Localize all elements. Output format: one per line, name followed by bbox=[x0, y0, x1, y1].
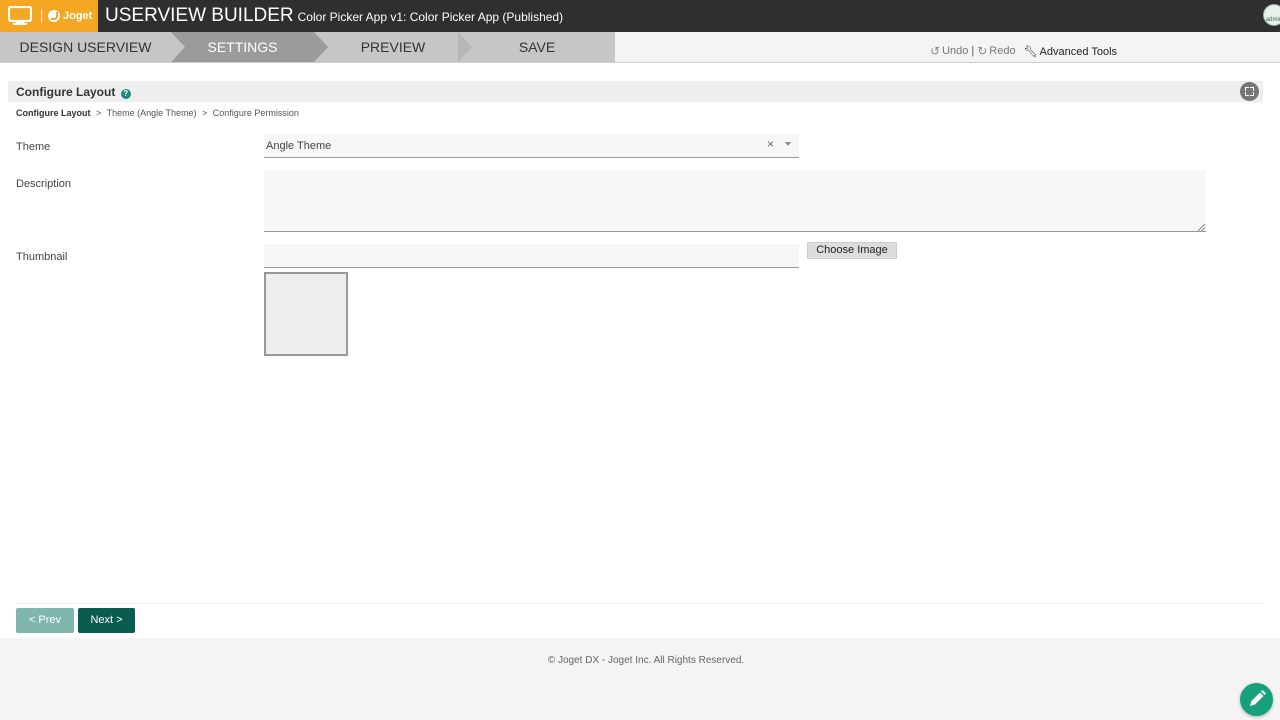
joget-logo: Joget bbox=[48, 9, 92, 23]
user-avatar[interactable]: admin bbox=[1263, 4, 1280, 26]
step-design-userview[interactable]: DESIGN USERVIEW bbox=[0, 32, 171, 62]
chevron-down-icon[interactable] bbox=[785, 142, 791, 146]
resize-handle-icon[interactable] bbox=[1197, 223, 1205, 231]
undo-button[interactable]: Undo bbox=[942, 45, 968, 57]
redo-icon: ↻ bbox=[977, 44, 988, 58]
description-label: Description bbox=[16, 178, 72, 190]
next-button[interactable]: Next > bbox=[78, 608, 135, 633]
theme-select[interactable]: Angle Theme × bbox=[264, 134, 799, 158]
step-arrow-1 bbox=[171, 32, 185, 62]
theme-select-value: Angle Theme bbox=[266, 140, 332, 152]
footer-copyright: © Joget DX - Joget Inc. All Rights Reser… bbox=[547, 655, 745, 666]
thumbnail-preview bbox=[264, 272, 348, 356]
panel-header: Configure Layout ? bbox=[8, 81, 1263, 102]
builder-title-text: USERVIEW BUILDER bbox=[105, 5, 294, 26]
breadcrumb: Configure Layout > Theme (Angle Theme) >… bbox=[16, 108, 299, 118]
theme-label: Theme bbox=[16, 141, 51, 153]
steps-track: DESIGN USERVIEW SETTINGS PREVIEW SAVE bbox=[0, 32, 615, 62]
step-preview[interactable]: PREVIEW bbox=[314, 32, 472, 62]
clear-icon[interactable]: × bbox=[767, 137, 774, 151]
panel-title: Configure Layout ? bbox=[16, 85, 131, 99]
builder-title: USERVIEW BUILDER Color Picker App v1: Col… bbox=[105, 6, 563, 27]
breadcrumb-theme[interactable]: Theme (Angle Theme) bbox=[107, 108, 197, 118]
thumbnail-label: Thumbnail bbox=[16, 251, 68, 263]
breadcrumb-current[interactable]: Configure Layout bbox=[16, 108, 91, 118]
wrench-icon: 🔧︎ bbox=[1023, 45, 1038, 58]
breadcrumb-separator: > bbox=[96, 108, 102, 118]
footer: © Joget DX - Joget Inc. All Rights Reser… bbox=[0, 638, 1280, 720]
logo-divider bbox=[41, 9, 42, 23]
advanced-tools-label: Advanced Tools bbox=[1039, 45, 1118, 58]
description-textarea[interactable] bbox=[264, 171, 1206, 232]
breadcrumb-separator: > bbox=[202, 108, 208, 118]
redo-button[interactable]: Redo bbox=[989, 45, 1015, 57]
step-arrow-2 bbox=[314, 32, 328, 62]
fullscreen-icon[interactable] bbox=[1240, 82, 1259, 101]
pencil-icon bbox=[1250, 690, 1266, 706]
help-icon[interactable]: ? bbox=[120, 89, 131, 99]
panel-title-text: Configure Layout bbox=[16, 85, 116, 99]
logo-area[interactable]: Joget bbox=[0, 0, 98, 32]
step-settings[interactable]: SETTINGS bbox=[171, 32, 314, 62]
top-header: Joget USERVIEW BUILDER Color Picker App v… bbox=[0, 0, 1280, 32]
nav-divider bbox=[16, 603, 1264, 604]
thumbnail-input[interactable] bbox=[264, 244, 799, 268]
tool-separator: | bbox=[971, 45, 975, 57]
prev-button[interactable]: < Prev bbox=[16, 608, 74, 633]
app-subtitle: Color Picker App v1: Color Picker App (P… bbox=[297, 10, 564, 24]
joget-logo-text: Joget bbox=[63, 10, 93, 22]
choose-image-button[interactable]: Choose Image bbox=[807, 242, 897, 259]
toolbar-tools: ↺ Undo | ↻ Redo 🔧︎ Advanced Tools bbox=[930, 44, 1117, 58]
advanced-tools-button[interactable]: 🔧︎ Advanced Tools bbox=[1024, 45, 1117, 58]
step-save[interactable]: SAVE bbox=[472, 32, 602, 62]
monitor-icon bbox=[8, 6, 32, 25]
breadcrumb-permission[interactable]: Configure Permission bbox=[213, 108, 299, 118]
edit-fab-button[interactable] bbox=[1240, 683, 1273, 716]
undo-icon: ↺ bbox=[930, 44, 941, 58]
joget-logo-icon bbox=[48, 10, 60, 22]
step-navigation-bar: DESIGN USERVIEW SETTINGS PREVIEW SAVE ↺ … bbox=[0, 32, 1280, 63]
step-arrow-3 bbox=[458, 32, 472, 62]
